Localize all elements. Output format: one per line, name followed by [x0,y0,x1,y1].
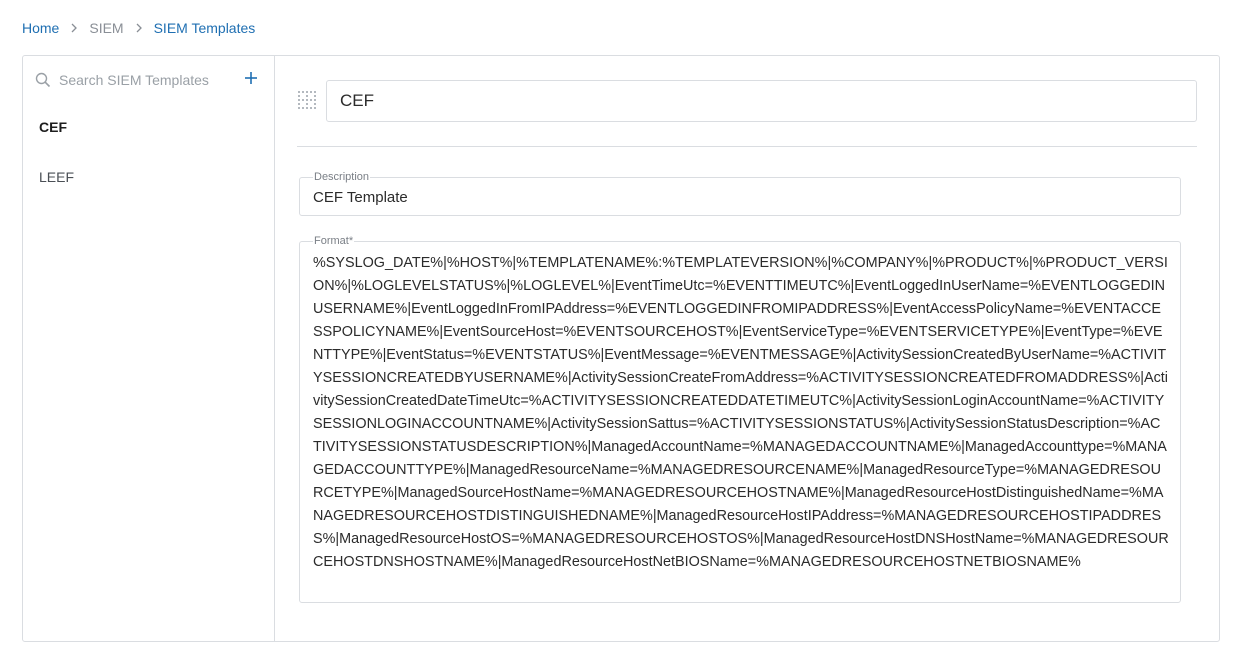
breadcrumb-siem-templates-link[interactable]: SIEM Templates [154,20,256,36]
template-sidebar: CEF LEEF [23,56,275,641]
format-label: Format* [313,235,355,248]
sidebar-item-leef[interactable]: LEEF [39,169,74,185]
description-field[interactable]: Description CEF Template [299,171,1181,216]
sidebar-item-cef[interactable]: CEF [39,119,67,135]
breadcrumb-siem: SIEM [89,20,124,36]
template-detail: CEF Description CEF Template Format* %SY… [275,56,1219,641]
chevron-right-icon [70,21,78,36]
search-input[interactable] [57,71,241,89]
search-row [35,68,263,92]
breadcrumb-home-link[interactable]: Home [22,20,59,36]
format-field[interactable]: Format* %SYSLOG_DATE%|%HOST%|%TEMPLATENA… [299,235,1181,603]
templates-panel: CEF LEEF CEF Description CEF T [22,55,1220,642]
chevron-right-icon [135,21,143,36]
grid-icon[interactable] [297,90,317,110]
template-name-field[interactable]: CEF [326,80,1197,122]
description-value: CEF Template [313,189,408,206]
add-template-button[interactable] [241,68,261,88]
search-icon [35,72,51,88]
format-value: %SYSLOG_DATE%|%HOST%|%TEMPLATENAME%:%TEM… [313,255,1169,570]
description-label: Description [313,171,371,184]
template-name-row: CEF [297,80,1197,122]
divider [297,146,1197,147]
plus-icon [245,72,257,84]
breadcrumb: Home SIEM SIEM Templates [22,18,255,38]
